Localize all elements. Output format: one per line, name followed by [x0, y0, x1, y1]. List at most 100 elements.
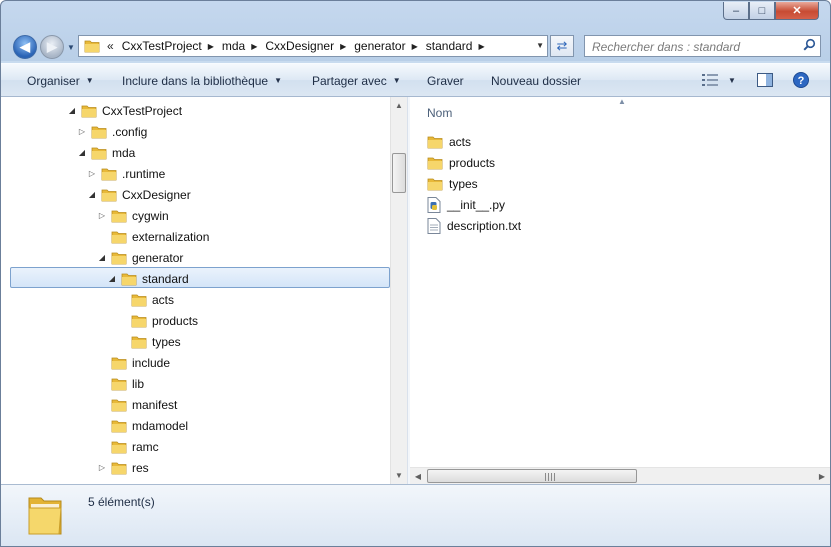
expanded-arrow-icon[interactable]: ◢ [97, 253, 107, 262]
breadcrumb-separator-icon[interactable]: ▶ [478, 42, 484, 51]
tree-item-label: CxxDesigner [122, 187, 191, 202]
scroll-up-arrow[interactable]: ▲ [391, 97, 407, 114]
search-input[interactable] [590, 37, 794, 57]
expanded-arrow-icon[interactable]: ◢ [77, 148, 87, 157]
tree-item-cxxdesigner[interactable]: ◢ CxxDesigner [87, 184, 191, 205]
tree-item-cygwin[interactable]: ▷ cygwin [97, 205, 169, 226]
organize-label: Organiser [27, 73, 80, 88]
tree-item-label: ramc [132, 439, 159, 454]
scroll-left-arrow[interactable]: ◀ [410, 468, 426, 484]
breadcrumb-separator-icon[interactable]: ▶ [340, 42, 346, 51]
collapsed-arrow-icon[interactable]: ▷ [87, 169, 97, 178]
change-view-button[interactable]: ▼ [701, 70, 737, 90]
folder-icon [101, 189, 117, 201]
tree-item-config[interactable]: ▷ .config [77, 121, 147, 142]
folder-icon [427, 178, 443, 190]
tree-item-lib[interactable]: lib [97, 373, 144, 394]
tree-item-externalization[interactable]: externalization [97, 226, 209, 247]
expanded-arrow-icon[interactable]: ◢ [107, 274, 117, 283]
file-item[interactable]: acts [427, 131, 471, 152]
breadcrumb-item[interactable]: mda ▶ [222, 39, 266, 53]
tree-item-products[interactable]: products [117, 310, 198, 331]
title-bar[interactable]: – □ ✕ [1, 1, 830, 31]
folder-icon [91, 147, 107, 159]
breadcrumb-item[interactable]: generator ▶ [354, 39, 426, 53]
expanded-arrow-icon[interactable]: ◢ [87, 190, 97, 199]
breadcrumb-separator-icon[interactable]: ▶ [251, 42, 257, 51]
column-header-name[interactable]: Nom [427, 106, 452, 120]
file-item[interactable]: types [427, 173, 478, 194]
navigation-pane[interactable]: ◢ CxxTestProject ▷ .config ◢ mda ▷ .runtime ◢ Cxx… [1, 97, 406, 484]
scroll-down-arrow[interactable]: ▼ [391, 467, 407, 484]
folder-icon [111, 399, 127, 411]
tree-item-res[interactable]: ▷ res [97, 457, 149, 478]
folder-icon [427, 136, 443, 148]
folder-icon [131, 294, 147, 306]
tree-item-standard[interactable]: ◢ standard [107, 268, 189, 289]
tree-item-generator[interactable]: ◢ generator [97, 247, 183, 268]
minimize-button[interactable]: – [723, 2, 749, 20]
tree-item-include[interactable]: include [97, 352, 170, 373]
include-library-menu[interactable]: Inclure dans la bibliothèque ▼ [122, 64, 282, 97]
tree-item-mdamodel[interactable]: mdamodel [97, 415, 188, 436]
folder-icon [131, 315, 147, 327]
organize-menu[interactable]: Organiser ▼ [27, 64, 94, 97]
folder-icon [111, 210, 127, 222]
refresh-button[interactable]: ⇄ [550, 35, 574, 57]
new-folder-button[interactable]: Nouveau dossier [491, 64, 581, 97]
recent-pages-dropdown[interactable]: ▼ [67, 43, 75, 52]
tree-item-label: .runtime [122, 166, 166, 181]
breadcrumb: CxxTestProject ▶ mda ▶ CxxDesigner ▶ generator… [122, 39, 493, 53]
scroll-right-arrow[interactable]: ▶ [814, 468, 830, 484]
breadcrumb-overflow[interactable]: « [107, 39, 114, 53]
tree-item-label: acts [152, 292, 175, 307]
share-with-label: Partager avec [312, 73, 387, 88]
tree-item-mda[interactable]: ◢ mda [77, 142, 135, 163]
search-icon[interactable] [803, 38, 816, 54]
breadcrumb-item[interactable]: CxxDesigner ▶ [265, 39, 354, 53]
text-file-icon [427, 217, 441, 234]
file-item[interactable]: description.txt [427, 215, 521, 236]
collapsed-arrow-icon[interactable]: ▷ [77, 127, 87, 136]
tree-item-manifest[interactable]: manifest [97, 394, 177, 415]
breadcrumb-label: generator [354, 39, 406, 53]
file-item[interactable]: __init__.py [427, 194, 505, 215]
include-library-label: Inclure dans la bibliothèque [122, 73, 269, 88]
tree-item-ramc[interactable]: ramc [97, 436, 159, 457]
file-item-label: acts [449, 134, 472, 149]
chevron-down-icon: ▼ [728, 75, 736, 85]
close-button[interactable]: ✕ [775, 2, 819, 20]
burn-button[interactable]: Graver [427, 64, 464, 97]
explorer-window: – □ ✕ ◀ ▶ ▼ « CxxTestProject ▶ mda ▶ CxxDesi… [0, 0, 831, 547]
back-button[interactable]: ◀ [13, 35, 37, 59]
breadcrumb-item[interactable]: CxxTestProject ▶ [122, 39, 222, 53]
tree-item-acts[interactable]: acts [117, 289, 174, 310]
navigation-pane-vertical-scrollbar[interactable]: ▲ ▼ [390, 97, 407, 484]
preview-pane-button[interactable] [755, 70, 775, 90]
file-item[interactable]: products [427, 152, 495, 173]
breadcrumb-separator-icon[interactable]: ▶ [412, 42, 418, 51]
folder-icon [427, 157, 443, 169]
tree-item-cxxtestproject[interactable]: ◢ CxxTestProject [67, 100, 182, 121]
scrollbar-thumb[interactable] [427, 469, 637, 483]
help-button[interactable]: ? [792, 70, 810, 90]
file-list-horizontal-scrollbar[interactable]: ◀ ▶ [410, 467, 830, 484]
collapsed-arrow-icon[interactable]: ▷ [97, 211, 107, 220]
search-box[interactable] [584, 35, 821, 57]
address-bar[interactable]: « CxxTestProject ▶ mda ▶ CxxDesigner ▶ generat… [78, 35, 548, 57]
expanded-arrow-icon[interactable]: ◢ [67, 106, 77, 115]
tree-item-types[interactable]: types [117, 331, 181, 352]
file-list-pane[interactable]: ▲ Nom acts products types __init__.py descri… [410, 97, 830, 467]
tree-item-label: .config [112, 124, 148, 139]
maximize-button[interactable]: □ [749, 2, 775, 20]
share-with-menu[interactable]: Partager avec ▼ [312, 64, 401, 97]
tree-item-label: include [132, 355, 171, 370]
forward-button[interactable]: ▶ [40, 35, 64, 59]
tree-item-runtime[interactable]: ▷ .runtime [87, 163, 165, 184]
command-bar: Organiser ▼ Inclure dans la bibliothèque… [1, 63, 830, 97]
address-history-dropdown[interactable]: ▼ [536, 41, 544, 50]
collapsed-arrow-icon[interactable]: ▷ [97, 463, 107, 472]
scrollbar-thumb[interactable] [392, 153, 406, 193]
breadcrumb-separator-icon[interactable]: ▶ [208, 42, 214, 51]
breadcrumb-item[interactable]: standard ▶ [426, 39, 493, 53]
